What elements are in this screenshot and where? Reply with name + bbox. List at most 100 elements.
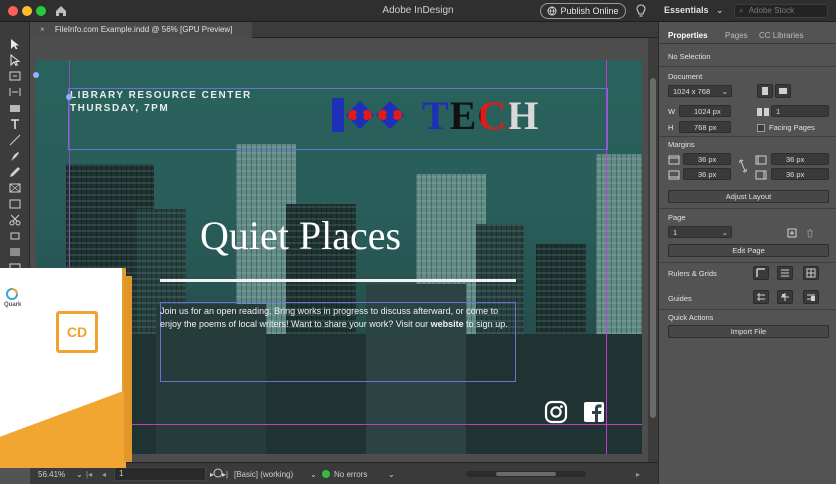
page-tool-icon[interactable] [8, 70, 22, 82]
link-icon[interactable] [738, 159, 748, 173]
margin-top-icon [668, 155, 680, 165]
facebook-icon[interactable] [582, 400, 606, 424]
lock-guides-button[interactable] [803, 290, 819, 304]
frame-handle[interactable] [66, 94, 72, 100]
import-file-button[interactable]: Import File [668, 325, 829, 338]
rectangle-tool-icon[interactable] [8, 198, 22, 210]
scissors-tool-icon[interactable] [8, 214, 22, 226]
margin-right-field[interactable]: 36 px [771, 168, 829, 180]
document-preset-select[interactable]: 1024 x 768 ⌄ [668, 85, 732, 97]
preflight-status-icon [322, 470, 330, 478]
title-bar: Adobe InDesign Publish Online Essentials… [0, 0, 836, 22]
landscape-icon [779, 88, 787, 94]
margin-left-icon [755, 155, 767, 165]
height-field[interactable]: 768 px [679, 121, 731, 133]
first-page-icon[interactable]: |◂ [86, 470, 92, 479]
headline: Quiet Places [200, 213, 402, 258]
preflight-status[interactable]: No errors [334, 470, 367, 479]
margin-bottom-value: 36 px [698, 170, 717, 179]
zoom-level[interactable]: 56.41% [38, 470, 65, 479]
margin-right-value: 36 px [786, 170, 805, 179]
logo-text: TECH [422, 92, 540, 138]
free-transform-tool-icon[interactable] [8, 230, 22, 242]
margin-left-field[interactable]: 36 px [771, 153, 829, 165]
number-of-pages-field[interactable]: 1 [771, 105, 829, 117]
content-collector-icon[interactable] [8, 102, 22, 114]
panel-tabs: Properties Pages CC Libraries [659, 28, 836, 44]
adjust-layout-button[interactable]: Adjust Layout [668, 190, 829, 203]
publish-online-button[interactable]: Publish Online [540, 3, 626, 19]
selection-tool-icon[interactable] [8, 38, 22, 50]
instagram-icon[interactable] [544, 400, 568, 424]
pages-count-value: 1 [776, 107, 781, 116]
vertical-scroll-thumb[interactable] [650, 78, 656, 418]
rulers-grids-label: Rulers & Grids [668, 269, 717, 278]
edit-page-button[interactable]: Edit Page [668, 244, 829, 257]
document-grid-button[interactable] [803, 266, 819, 280]
page-section-label: Page [668, 213, 686, 222]
tab-properties[interactable]: Properties [668, 31, 708, 40]
smart-guides-button[interactable] [777, 290, 793, 304]
tab-pages[interactable]: Pages [725, 31, 748, 40]
document-section-label: Document [668, 72, 703, 81]
margin-top-field[interactable]: 36 px [683, 153, 731, 165]
rectangle-frame-tool-icon[interactable] [8, 182, 22, 194]
chevron-down-icon[interactable]: ⌄ [76, 470, 83, 479]
show-guides-button[interactable] [753, 290, 769, 304]
divider [659, 262, 836, 263]
pen-tool-icon[interactable] [8, 150, 22, 162]
adobe-stock-search[interactable]: ⌕ Adobe Stock [734, 4, 828, 18]
chevron-down-icon[interactable]: ⌄ [388, 470, 395, 479]
line-tool-icon[interactable] [8, 134, 22, 146]
chevron-down-icon[interactable]: ⌄ [310, 470, 317, 479]
globe-icon [547, 6, 557, 16]
margin-bottom-field[interactable]: 36 px [683, 168, 731, 180]
divider [659, 136, 836, 137]
close-tab-icon[interactable]: × [40, 25, 45, 34]
facing-pages-checkbox[interactable] [757, 124, 765, 132]
horizontal-scrollbar[interactable] [466, 471, 586, 477]
page-number-field[interactable]: 1 [114, 467, 206, 481]
website-link[interactable]: website [431, 319, 464, 329]
lightbulb-icon[interactable] [634, 3, 648, 19]
page-number-value: 1 [119, 469, 124, 478]
selection-status: No Selection [668, 52, 711, 61]
portrait-orientation-button[interactable] [757, 84, 773, 98]
margin-right-icon [755, 170, 767, 180]
page-select[interactable]: 1 ⌄ [668, 226, 732, 238]
trash-icon[interactable] [805, 228, 815, 238]
gradient-tool-icon[interactable] [8, 246, 22, 258]
smart-guides-icon [781, 293, 789, 301]
chevron-down-icon: ⌄ [721, 228, 728, 237]
width-label: W [668, 107, 676, 116]
horizontal-scroll-thumb[interactable] [496, 472, 556, 476]
add-page-icon[interactable] [787, 228, 797, 238]
previous-page-icon[interactable]: ◂ [102, 470, 106, 479]
guides-label: Guides [668, 294, 692, 303]
quark-logo-icon [6, 288, 18, 300]
baseline-grid-button[interactable] [777, 266, 793, 280]
height-label: H [668, 123, 674, 132]
width-value: 1024 px [694, 107, 721, 116]
pencil-tool-icon[interactable] [8, 166, 22, 178]
margins-section-label: Margins [668, 140, 695, 149]
margin-bottom-icon [668, 170, 680, 180]
scroll-right-icon[interactable]: ▸ [636, 470, 640, 479]
search-icon: ⌕ [739, 6, 744, 15]
type-tool-icon[interactable] [8, 118, 22, 130]
publish-online-label: Publish Online [560, 6, 619, 16]
workspace-switcher[interactable]: Essentials ⌄ [664, 5, 724, 16]
style-status[interactable]: [Basic] (working) [234, 470, 293, 479]
document-tab[interactable]: × FileInfo.com Example.indd @ 56% [GPU P… [30, 22, 252, 38]
width-field[interactable]: 1024 px [679, 105, 731, 117]
preflight-profile-icon[interactable] [212, 467, 224, 479]
gap-tool-icon[interactable] [8, 86, 22, 98]
rulers-button[interactable] [753, 266, 769, 280]
tab-cc-libraries[interactable]: CC Libraries [759, 31, 803, 40]
vertical-scrollbar[interactable] [648, 38, 658, 462]
page-select-value: 1 [673, 228, 678, 237]
frame-handle[interactable] [33, 72, 39, 78]
landscape-orientation-button[interactable] [775, 84, 791, 98]
direct-selection-tool-icon[interactable] [8, 54, 22, 66]
quark-product-box: Quark CD [0, 268, 132, 468]
